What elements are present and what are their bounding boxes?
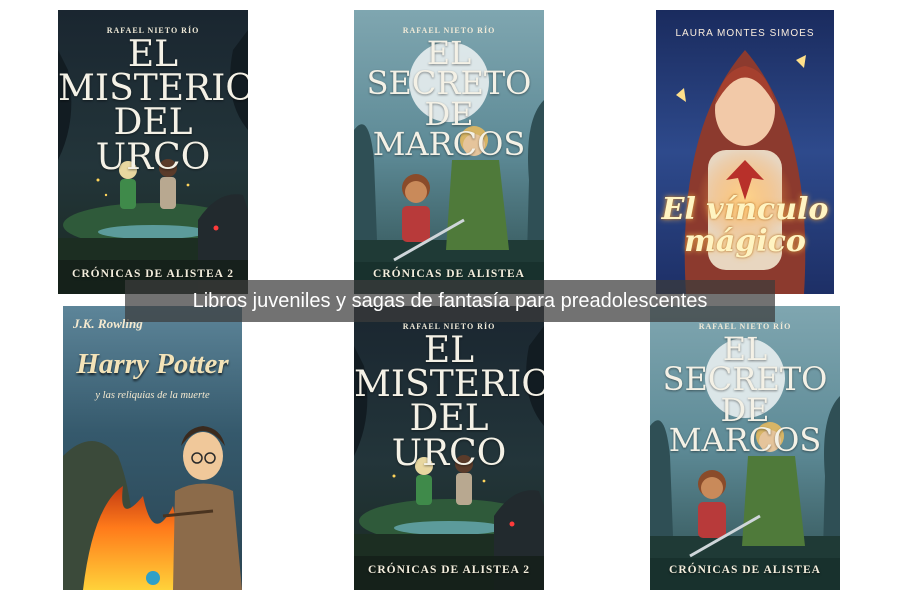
book-subtitle: y las reliquias de la muerte — [95, 390, 210, 401]
book-series: CRÓNICAS DE ALISTEA 2 — [368, 564, 530, 576]
book-cover-harry-potter[interactable]: J.K. Rowling Harry Potter y las reliquia… — [63, 306, 242, 590]
book-cover-misterio-del-urco[interactable]: RAFAEL NIETO RÍO EL MISTERIO DEL URCO CR… — [354, 306, 544, 590]
book-author: LAURA MONTES SIMOES — [675, 28, 815, 39]
book-cover-misterio-del-urco[interactable]: RAFAEL NIETO RÍO EL MISTERIO DEL URCO CR… — [58, 10, 248, 294]
book-title: EL SECRETO DE MARCOS — [366, 34, 532, 164]
book-series: CRÓNICAS DE ALISTEA — [669, 564, 821, 576]
book-cover-vinculo-magico[interactable]: LAURA MONTES SIMOES El vínculo mágico — [656, 10, 834, 294]
book-cover-secreto-de-marcos[interactable]: RAFAEL NIETO RÍO EL SECRETO DE MARCOS CR… — [354, 10, 544, 294]
book-title: El vínculo mágico — [661, 192, 829, 259]
book-title: EL SECRETO DE MARCOS — [662, 330, 828, 460]
book-series: CRÓNICAS DE ALISTEA — [373, 268, 525, 280]
collage-caption: Libros juveniles y sagas de fantasía par… — [125, 280, 775, 322]
book-collage: RAFAEL NIETO RÍO EL MISTERIO DEL URCO CR… — [0, 0, 900, 600]
book-cover-secreto-de-marcos[interactable]: RAFAEL NIETO RÍO EL SECRETO DE MARCOS CR… — [650, 306, 840, 590]
book-title: Harry Potter — [76, 348, 229, 380]
book-title: EL MISTERIO DEL URCO — [58, 34, 248, 178]
book-series: CRÓNICAS DE ALISTEA 2 — [72, 268, 234, 280]
book-title: EL MISTERIO DEL URCO — [354, 330, 544, 474]
